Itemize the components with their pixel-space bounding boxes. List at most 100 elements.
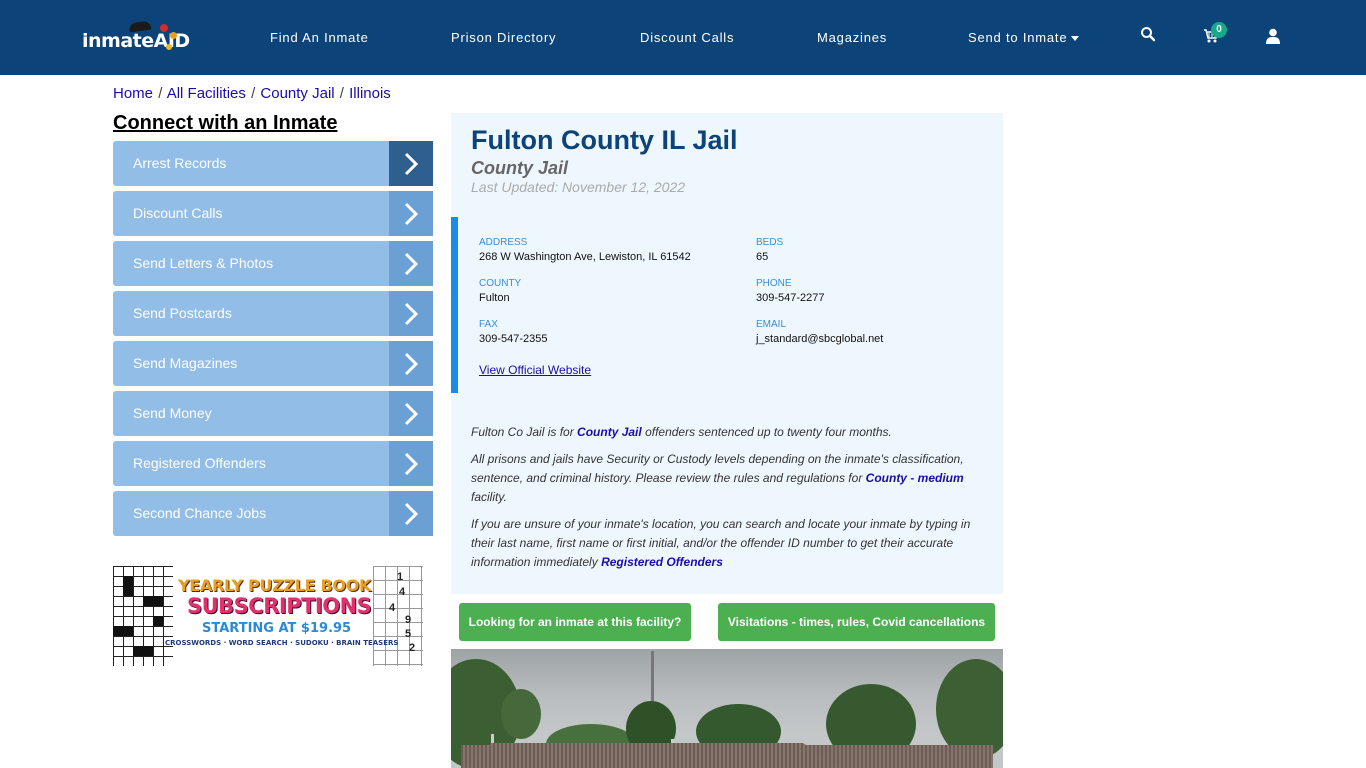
chevron-right-icon [389, 141, 433, 186]
sidebar-item-label: Arrest Records [133, 155, 227, 171]
fax-label: FAX [479, 319, 498, 330]
breadcrumb-illinois[interactable]: Illinois [349, 85, 391, 102]
top-navigation-bar: inmateAID Find An Inmate Prison Director… [0, 0, 1366, 75]
sidebar-item-label: Second Chance Jobs [133, 505, 267, 521]
facility-info-box: ADDRESS 268 W Washington Ave, Lewiston, … [451, 217, 1003, 393]
leaf-icon [170, 32, 177, 39]
crossword-block [123, 576, 133, 596]
user-icon[interactable] [1266, 28, 1286, 48]
sidebar-item-label: Send Letters & Photos [133, 255, 274, 271]
sidebar-item-arrest-records[interactable]: Arrest Records [113, 141, 433, 186]
sidebar-menu: Arrest Records Discount Calls Send Lette… [113, 141, 433, 541]
puzzle-book-ad-banner[interactable]: 1 4 4 9 5 2 YEARLY PUZZLE BOOK SUBSCRIPT… [113, 566, 423, 666]
address-field: ADDRESS 268 W Washington Ave, Lewiston, … [479, 237, 691, 263]
nav-find-an-inmate[interactable]: Find An Inmate [270, 30, 369, 45]
fax-field: FAX 309-547-2355 [479, 319, 548, 345]
chevron-right-icon [389, 441, 433, 486]
building-roof [461, 743, 841, 768]
sidebar-item-discount-calls[interactable]: Discount Calls [113, 191, 433, 236]
tree [501, 689, 541, 739]
sidebar-item-label: Discount Calls [133, 205, 223, 221]
chevron-right-icon [389, 191, 433, 236]
breadcrumb-separator: / [158, 85, 163, 102]
breadcrumb-county-jail[interactable]: County Jail [260, 85, 334, 102]
leaf-icon [160, 24, 168, 32]
sidebar-item-send-money[interactable]: Send Money [113, 391, 433, 436]
logo-text: inmate [82, 30, 154, 52]
chevron-right-icon [389, 491, 433, 536]
tree [936, 659, 1003, 759]
breadcrumb-separator: / [339, 85, 344, 102]
ad-categories: CROSSWORDS · WORD SEARCH · SUDOKU · BRAI… [165, 639, 399, 647]
phone-field: PHONE 309-547-2277 [756, 278, 825, 304]
search-icon[interactable] [1140, 26, 1160, 46]
facility-title: Fulton County IL Jail [471, 125, 738, 155]
sidebar-item-label: Send Money [133, 405, 212, 421]
sudoku-number: 9 [405, 614, 412, 626]
cart-count-badge: 0 [1211, 22, 1227, 38]
view-official-website-link[interactable]: View Official Website [479, 363, 591, 377]
breadcrumb-home[interactable]: Home [113, 85, 153, 102]
breadcrumb: Home / All Facilities / County Jail / Il… [113, 85, 391, 102]
chevron-right-icon [389, 241, 433, 286]
email-label: EMAIL [756, 319, 787, 330]
beds-value: 65 [756, 251, 769, 263]
sudoku-number: 1 [397, 571, 404, 583]
nav-send-to-inmate[interactable]: Send to Inmate [968, 30, 1080, 45]
county-medium-link[interactable]: County - medium [866, 471, 964, 485]
sidebar-item-send-postcards[interactable]: Send Postcards [113, 291, 433, 336]
address-value: 268 W Washington Ave, Lewiston, IL 61542 [479, 251, 691, 263]
county-label: COUNTY [479, 278, 522, 289]
email-field: EMAIL j_standard@sbcglobal.net [756, 319, 883, 345]
nav-discount-calls[interactable]: Discount Calls [640, 30, 734, 45]
inmateaid-logo[interactable]: inmateAID [82, 20, 190, 54]
sudoku-number: 4 [399, 586, 406, 598]
last-updated: Last Updated: November 12, 2022 [471, 179, 686, 195]
nav-magazines[interactable]: Magazines [817, 30, 887, 45]
beds-field: BEDS 65 [756, 237, 783, 263]
sidebar-title[interactable]: Connect with an Inmate [113, 112, 337, 135]
description-paragraph: If you are unsure of your inmate's locat… [471, 517, 971, 569]
facility-photo [451, 649, 1003, 768]
address-label: ADDRESS [479, 237, 528, 248]
sidebar-item-second-chance-jobs[interactable]: Second Chance Jobs [113, 491, 433, 536]
registered-offenders-link[interactable]: Registered Offenders [601, 555, 723, 569]
chevron-right-icon [389, 341, 433, 386]
ad-headline: YEARLY PUZZLE BOOK [178, 576, 372, 595]
sidebar-item-label: Registered Offenders [133, 455, 266, 471]
phone-label: PHONE [756, 278, 792, 289]
caret-down-icon [1071, 36, 1080, 42]
sidebar-item-registered-offenders[interactable]: Registered Offenders [113, 441, 433, 486]
breadcrumb-separator: / [251, 85, 256, 102]
beds-label: BEDS [756, 237, 784, 248]
crossword-block [133, 646, 153, 656]
sudoku-number: 5 [405, 628, 412, 640]
visitations-button[interactable]: Visitations - times, rules, Covid cancel… [718, 603, 995, 641]
sudoku-number: 2 [409, 642, 416, 654]
crossword-block [113, 626, 133, 636]
sidebar-item-send-letters-photos[interactable]: Send Letters & Photos [113, 241, 433, 286]
breadcrumb-all-facilities[interactable]: All Facilities [167, 85, 246, 102]
county-jail-link[interactable]: County Jail [577, 425, 642, 439]
crossword-block [153, 616, 163, 626]
facility-description: Fulton Co Jail is for County Jail offend… [471, 423, 981, 580]
sidebar-item-label: Send Postcards [133, 305, 232, 321]
chevron-right-icon [389, 391, 433, 436]
nav-send-to-inmate-label: Send to Inmate [968, 30, 1068, 45]
chevron-right-icon [389, 291, 433, 336]
radio-tower [651, 651, 654, 701]
email-value[interactable]: j_standard@sbcglobal.net [756, 333, 883, 345]
nav-prison-directory[interactable]: Prison Directory [451, 30, 556, 45]
sudoku-number: 4 [389, 602, 396, 614]
phone-value[interactable]: 309-547-2277 [756, 292, 825, 304]
ad-price: STARTING AT $19.95 [202, 621, 352, 636]
description-paragraph: Fulton Co Jail is for County Jail offend… [471, 425, 892, 439]
county-value: Fulton [479, 292, 510, 304]
crossword-block [143, 596, 163, 606]
looking-for-inmate-button[interactable]: Looking for an inmate at this facility? [459, 603, 691, 641]
facility-panel: Fulton County IL Jail County Jail Last U… [451, 113, 1003, 594]
description-paragraph: All prisons and jails have Security or C… [471, 452, 964, 504]
sidebar-item-send-magazines[interactable]: Send Magazines [113, 341, 433, 386]
sidebar-item-label: Send Magazines [133, 355, 238, 371]
ad-subheadline: SUBSCRIPTIONS [187, 594, 372, 618]
